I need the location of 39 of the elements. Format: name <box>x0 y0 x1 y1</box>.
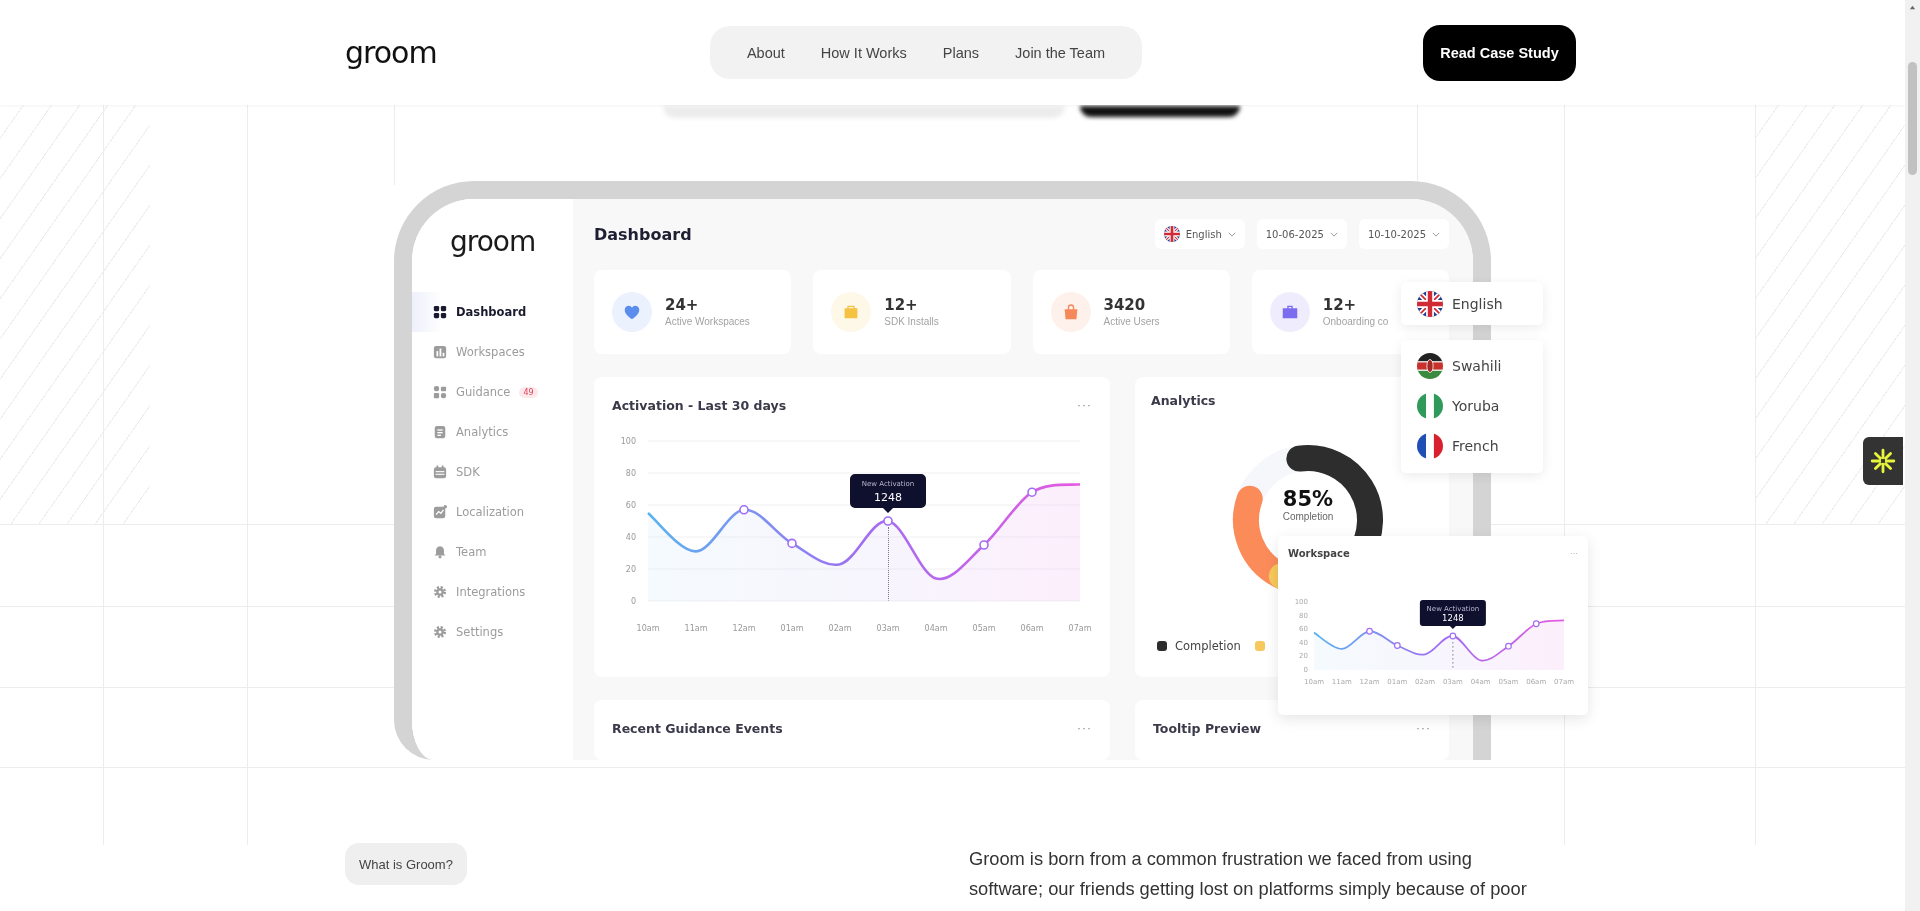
card-title: Recent Guidance Events <box>612 720 783 736</box>
count-badge: 49 <box>519 386 538 398</box>
tooltip-value: 1248 <box>1442 613 1464 623</box>
y-axis-label: 20 <box>625 565 636 574</box>
y-axis-label: 0 <box>630 597 636 606</box>
y-axis-label: 100 <box>620 437 636 446</box>
x-axis-label: 03am <box>876 624 900 631</box>
stat-value: 12+ <box>1322 296 1358 315</box>
y-axis-label: 80 <box>625 469 636 478</box>
tooltip-value: 1248 <box>874 491 902 504</box>
stat-label: Active Workspaces <box>665 316 750 328</box>
y-axis-label: 60 <box>625 501 636 510</box>
about-paragraph: Groom is born from a common frustration we faced from using software; our friends getting lost on platforms simply because of poor <box>968 847 1528 901</box>
logo: groom <box>449 224 537 260</box>
card-title: Analytics <box>1151 393 1216 408</box>
donut-value: 85% <box>1282 487 1334 511</box>
x-axis-label: 05am <box>972 624 996 631</box>
stat-value: 3420 <box>1103 296 1147 315</box>
stat-label: Active Users <box>1103 316 1160 328</box>
x-axis-label: 02am <box>828 624 852 631</box>
page-title: Dashboard <box>594 224 692 244</box>
stat-label: Onboarding co <box>1322 316 1389 328</box>
x-axis-label: 12am <box>732 624 756 631</box>
stat-label: SDK Installs <box>884 316 939 328</box>
x-axis-label: 10am <box>636 624 660 631</box>
card-title: Tooltip Preview <box>1153 720 1262 736</box>
section-tag: What is Groom? <box>345 843 467 885</box>
donut-label: Completion <box>1282 511 1334 522</box>
x-axis-label: 01am <box>780 624 804 631</box>
x-axis-label: 07am <box>1068 624 1092 631</box>
stat-value: 24+ <box>665 296 700 315</box>
stat-value: 12+ <box>884 296 919 315</box>
x-axis-label: 11am <box>684 624 708 631</box>
legend-label: Completion <box>1175 639 1241 653</box>
card-title: Workspace <box>1288 547 1350 559</box>
x-axis-label: 06am <box>1020 624 1044 631</box>
x-axis-label: 04am <box>924 624 948 631</box>
y-axis-label: 40 <box>625 533 636 542</box>
card-title: Activation - Last 30 days <box>612 397 787 413</box>
